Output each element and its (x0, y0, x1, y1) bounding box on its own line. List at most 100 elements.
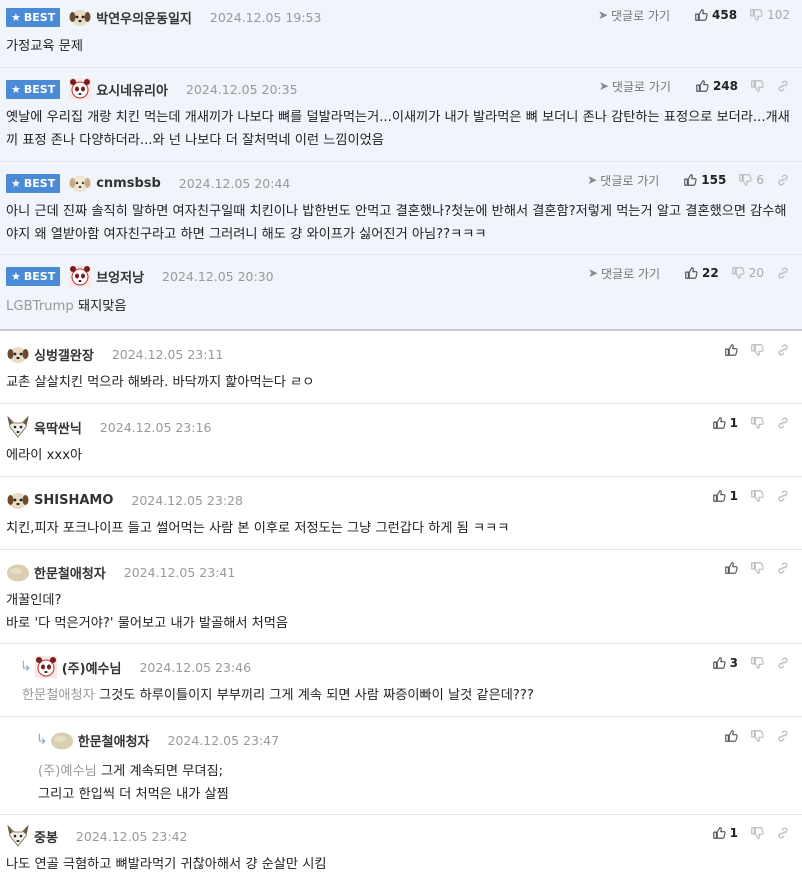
avatar[interactable] (6, 488, 30, 512)
link-icon (776, 173, 790, 187)
send-arrow-icon: ➤ (598, 79, 609, 93)
nickname[interactable]: 한문철애청자 (34, 563, 106, 582)
share-link-button[interactable] (776, 343, 790, 357)
goto-reply-link[interactable]: ➤ 댓글로 가기 (599, 78, 671, 95)
avatar[interactable] (68, 264, 92, 288)
like-button[interactable] (724, 343, 738, 357)
like-button[interactable]: 155 (683, 173, 726, 187)
star-icon: ★ (11, 269, 21, 283)
avatar[interactable] (68, 77, 92, 101)
like-button[interactable]: 248 (695, 79, 738, 93)
comment-text: 가정교육 문제 (6, 39, 83, 54)
share-link-button[interactable] (776, 729, 790, 743)
nickname[interactable]: 요시네유리아 (96, 80, 168, 99)
goto-reply-link[interactable]: ➤ 댓글로 가기 (587, 172, 659, 189)
nickname[interactable]: 한문철애청자 (78, 731, 150, 750)
like-count: 1 (729, 489, 738, 503)
comment: 중봉 2024.12.05 23:42 1 나도 연골 극혐하고 뼈발라먹기 귀… (0, 815, 802, 882)
nickname[interactable]: 브엉저낭 (96, 267, 144, 286)
star-icon: ★ (11, 176, 21, 190)
like-button[interactable]: 1 (712, 826, 738, 840)
nickname[interactable]: (주)예수님 (62, 658, 122, 677)
avatar[interactable] (6, 342, 30, 366)
like-button[interactable] (724, 729, 738, 743)
comment-date: 2024.12.05 20:30 (162, 268, 274, 284)
dislike-button[interactable] (750, 561, 764, 575)
link-icon (776, 416, 790, 430)
share-link-button[interactable] (776, 79, 790, 93)
avatar[interactable] (6, 560, 30, 584)
like-button[interactable]: 1 (712, 416, 738, 430)
reply-arrow-icon: ↳ (36, 732, 48, 748)
share-link-button[interactable] (776, 266, 790, 280)
share-link-button[interactable] (776, 489, 790, 503)
thumb-up-icon (724, 561, 738, 575)
comment-text: 나도 연골 극혐하고 뼈발라먹기 귀찮아해서 걍 순살만 시킴 (6, 857, 327, 872)
dislike-button[interactable] (750, 343, 764, 357)
comment-date: 2024.12.05 23:28 (131, 492, 243, 508)
link-icon (776, 561, 790, 575)
dislike-button[interactable] (750, 489, 764, 503)
like-button[interactable]: 3 (712, 656, 738, 670)
best-badge: ★ BEST (6, 173, 61, 193)
comment-text: 에라이 xxx아 (6, 448, 83, 463)
nickname[interactable]: 싱벙갤완장 (34, 345, 94, 364)
nickname[interactable]: 박연우의운동일지 (96, 8, 192, 27)
comment-date: 2024.12.05 20:35 (185, 81, 298, 97)
share-link-button[interactable] (776, 173, 790, 187)
mention-tag[interactable]: (주)예수님 (38, 764, 97, 779)
dislike-button[interactable]: 102 (749, 8, 790, 22)
comment-text: 바로 '다 먹은거야?' 물어보고 내가 발골해서 처먹음 (6, 616, 289, 631)
nickname[interactable]: 중봉 (34, 827, 58, 846)
best-badge: ★ BEST (6, 7, 61, 27)
star-icon: ★ (11, 10, 21, 24)
nickname[interactable]: 육딱싼닉 (34, 418, 82, 437)
thumb-down-icon (750, 826, 764, 840)
best-comment: ★ BEST 브엉저낭 2024.12.05 20:30 ➤ 댓글로 가기 22 2… (0, 255, 802, 331)
share-link-button[interactable] (776, 656, 790, 670)
avatar[interactable] (68, 5, 92, 29)
nickname[interactable]: SHISHAMO (34, 493, 113, 508)
share-link-button[interactable] (776, 561, 790, 575)
comment-date: 2024.12.05 23:16 (99, 419, 212, 435)
reply-comment: ↳ 한문철애청자 2024.12.05 23:47 (주)예수님 그게 계속되면… (0, 717, 802, 815)
comment: 싱벙갤완장 2024.12.05 23:11 교촌 살살치킨 먹으라 해봐라. … (0, 331, 802, 404)
dislike-button[interactable]: 6 (738, 173, 764, 187)
dislike-button[interactable] (750, 416, 764, 430)
thumb-down-icon (750, 416, 764, 430)
thumb-down-icon (750, 656, 764, 670)
dislike-button[interactable]: 20 (731, 266, 764, 280)
like-button[interactable]: 22 (684, 266, 719, 280)
avatar[interactable] (50, 728, 74, 752)
thumb-up-icon (684, 266, 698, 280)
comment-text: 그것도 하루이틀이지 부부끼리 그게 계속 되면 사람 짜증이빠이 날것 같은데… (99, 688, 534, 703)
goto-reply-link[interactable]: ➤ 댓글로 가기 (598, 7, 670, 24)
mention-tag[interactable]: LGBTrump (6, 299, 74, 314)
like-count: 22 (702, 266, 719, 280)
like-count: 155 (701, 173, 727, 187)
share-link-button[interactable] (776, 416, 790, 430)
comment-date: 2024.12.05 20:44 (178, 175, 291, 191)
avatar[interactable] (6, 415, 30, 439)
reply-arrow-icon: ↳ (20, 659, 32, 675)
avatar[interactable] (68, 171, 92, 195)
avatar[interactable] (6, 824, 30, 848)
like-button[interactable] (724, 561, 738, 575)
goto-reply-link[interactable]: ➤ 댓글로 가기 (588, 265, 660, 282)
nickname[interactable]: cnmsbsb (96, 176, 161, 191)
thumb-up-icon (724, 729, 738, 743)
share-link-button[interactable] (776, 826, 790, 840)
dislike-button[interactable] (750, 729, 764, 743)
dislike-button[interactable] (750, 656, 764, 670)
dislike-button[interactable] (750, 79, 764, 93)
send-arrow-icon: ➤ (597, 8, 609, 22)
reply-comment: ↳ (주)예수님 2024.12.05 23:46 3 한문철애청자 그것도 하… (0, 644, 802, 717)
dislike-button[interactable] (750, 826, 764, 840)
avatar[interactable] (34, 655, 58, 679)
star-icon: ★ (11, 82, 21, 96)
like-button[interactable]: 1 (712, 489, 738, 503)
like-button[interactable]: 458 (694, 8, 737, 22)
mention-tag[interactable]: 한문철애청자 (22, 688, 95, 703)
thumb-down-icon (738, 173, 752, 187)
thumb-up-icon (712, 826, 726, 840)
